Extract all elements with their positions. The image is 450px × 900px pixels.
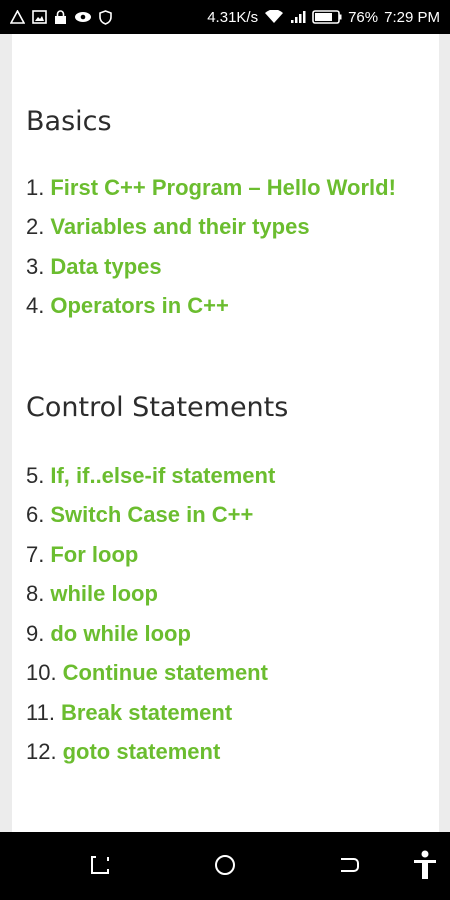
item-number: 1. bbox=[26, 174, 45, 200]
list-item: 12. goto statement bbox=[26, 733, 439, 773]
list-item: 9. do while loop bbox=[26, 614, 439, 654]
wifi-icon bbox=[264, 10, 284, 24]
topic-list-basics: 1. First C++ Program – Hello World! 2. V… bbox=[26, 168, 439, 326]
page-viewport[interactable]: Basics 1. First C++ Program – Hello Worl… bbox=[0, 34, 450, 832]
item-number: 10. bbox=[26, 660, 57, 686]
notification-icons bbox=[10, 9, 112, 25]
back-icon bbox=[338, 854, 360, 880]
battery-percent: 76% bbox=[348, 8, 379, 26]
shield-icon bbox=[99, 9, 112, 25]
warning-triangle-icon bbox=[10, 10, 25, 24]
navigation-bar bbox=[0, 832, 450, 900]
system-status: 4.31K/s 76% 7:29 PM bbox=[207, 9, 440, 26]
accessibility-icon bbox=[412, 850, 438, 884]
section-heading-basics: Basics bbox=[26, 106, 112, 137]
content-card: Basics 1. First C++ Program – Hello Worl… bbox=[12, 34, 439, 832]
signal-icon bbox=[290, 10, 306, 24]
topic-link[interactable]: For loop bbox=[50, 542, 138, 568]
recent-apps-icon bbox=[89, 854, 111, 880]
eye-icon bbox=[74, 11, 92, 23]
item-number: 5. bbox=[26, 462, 45, 488]
item-number: 3. bbox=[26, 253, 45, 279]
status-bar: 4.31K/s 76% 7:29 PM bbox=[0, 0, 450, 34]
topic-link[interactable]: Operators in C++ bbox=[50, 293, 229, 319]
topic-link[interactable]: goto statement bbox=[63, 739, 221, 765]
recent-apps-button[interactable] bbox=[83, 850, 117, 884]
topic-link[interactable]: First C++ Program – Hello World! bbox=[50, 175, 396, 201]
lock-icon bbox=[54, 9, 67, 25]
item-number: 12. bbox=[26, 739, 57, 765]
accessibility-button[interactable] bbox=[408, 850, 442, 884]
item-number: 2. bbox=[26, 214, 45, 240]
item-number: 11. bbox=[26, 699, 55, 725]
list-item: 8. while loop bbox=[26, 575, 439, 615]
topic-link[interactable]: while loop bbox=[50, 581, 158, 607]
topic-link[interactable]: Variables and their types bbox=[50, 214, 309, 240]
item-number: 6. bbox=[26, 502, 45, 528]
battery-icon bbox=[312, 10, 342, 24]
topic-link[interactable]: do while loop bbox=[50, 621, 191, 647]
list-item: 4. Operators in C++ bbox=[26, 287, 439, 327]
section-heading-control-statements: Control Statements bbox=[26, 392, 289, 423]
topic-link[interactable]: If, if..else-if statement bbox=[50, 463, 275, 489]
item-number: 8. bbox=[26, 581, 45, 607]
back-button[interactable] bbox=[332, 850, 366, 884]
list-item: 3. Data types bbox=[26, 247, 439, 287]
home-icon bbox=[214, 854, 236, 880]
list-item: 5. If, if..else-if statement bbox=[26, 456, 439, 496]
list-item: 7. For loop bbox=[26, 535, 439, 575]
topic-list-control-statements: 5. If, if..else-if statement 6. Switch C… bbox=[26, 456, 439, 772]
net-speed: 4.31K/s bbox=[207, 8, 259, 26]
topic-link[interactable]: Data types bbox=[50, 254, 161, 280]
item-number: 4. bbox=[26, 293, 45, 319]
list-item: 10. Continue statement bbox=[26, 654, 439, 694]
topic-link[interactable]: Break statement bbox=[61, 700, 232, 726]
list-item: 11. Break statement bbox=[26, 693, 439, 733]
topic-link[interactable]: Switch Case in C++ bbox=[50, 502, 253, 528]
image-icon bbox=[32, 10, 47, 24]
home-button[interactable] bbox=[208, 850, 242, 884]
item-number: 9. bbox=[26, 620, 45, 646]
list-item: 6. Switch Case in C++ bbox=[26, 496, 439, 536]
clock: 7:29 PM bbox=[384, 8, 440, 26]
list-item: 2. Variables and their types bbox=[26, 208, 439, 248]
list-item: 1. First C++ Program – Hello World! bbox=[26, 168, 439, 208]
item-number: 7. bbox=[26, 541, 45, 567]
topic-link[interactable]: Continue statement bbox=[63, 660, 268, 686]
